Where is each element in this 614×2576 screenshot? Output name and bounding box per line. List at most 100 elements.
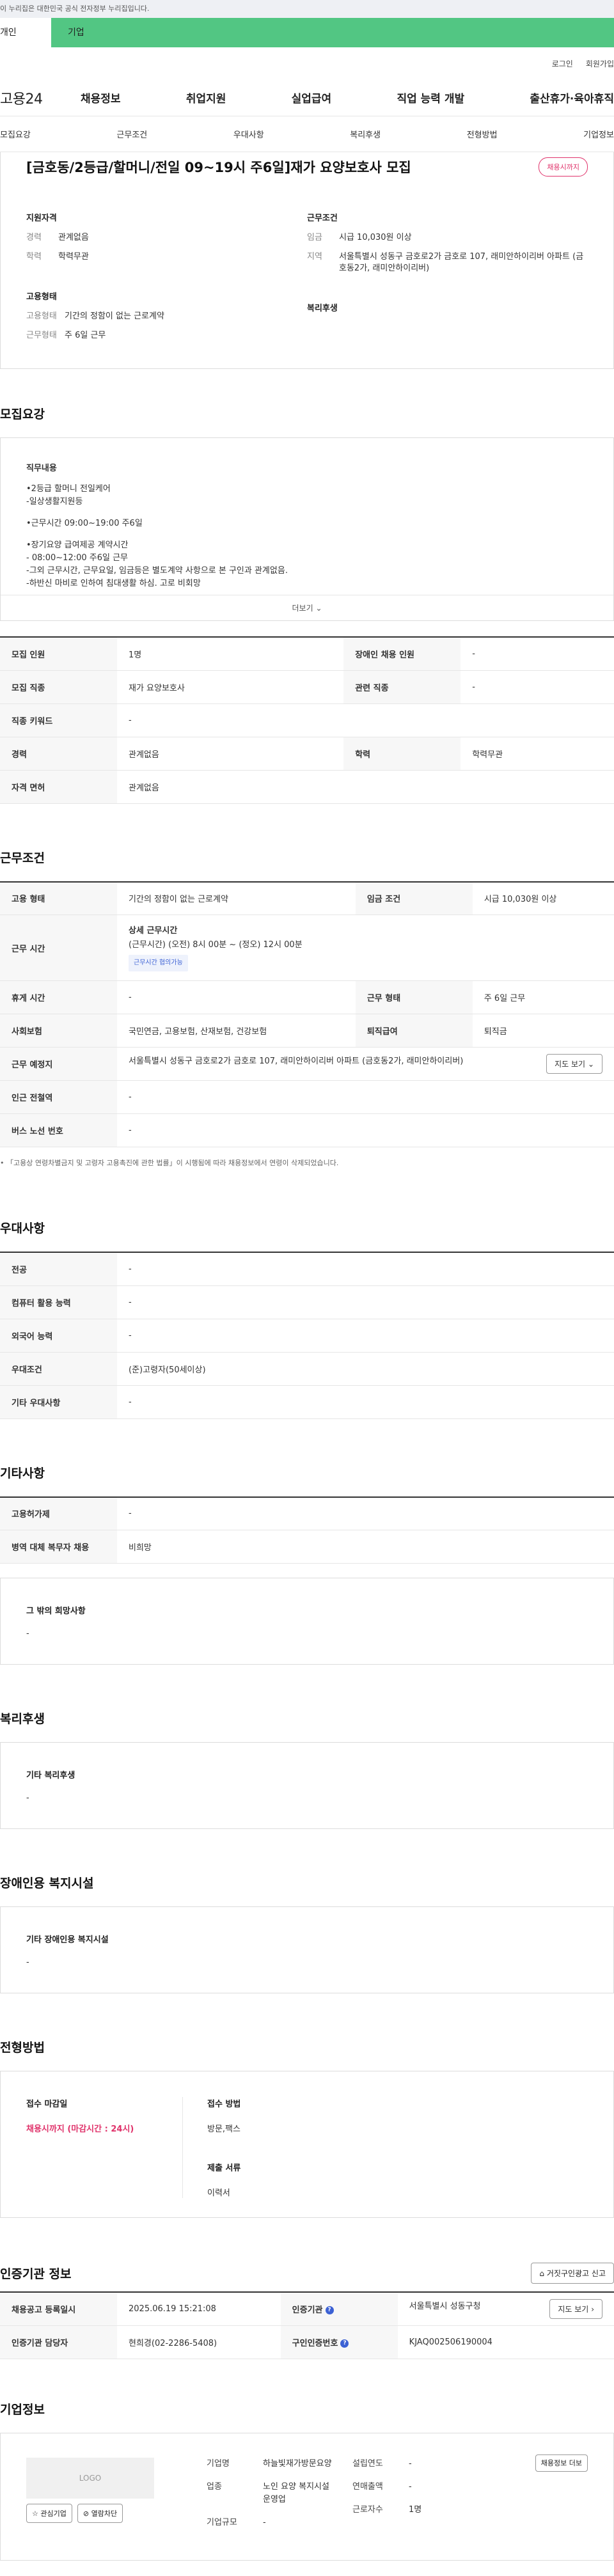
bus-header: 버스 노선 번호 bbox=[0, 1113, 117, 1147]
process-card: 접수 마감일 채용시까지 (마감시간 : 24시) 접수 방법 방문,팩스 제출… bbox=[0, 2071, 614, 2218]
tab-personal[interactable]: 개인 bbox=[0, 18, 51, 47]
gnb-skill-development[interactable]: 직업 능력 개발 bbox=[397, 90, 464, 106]
wage-label: 임금 bbox=[307, 233, 322, 242]
disability-section: 장애인용 복지시설 기타 장애인용 복지시설 - bbox=[0, 1829, 614, 1993]
related-value: - bbox=[460, 670, 614, 703]
work-type-label: 근무형태 bbox=[26, 331, 57, 340]
block-company-button[interactable]: ⊘ 열람차단 bbox=[77, 2503, 123, 2523]
org-map-button-label: 지도 보기 bbox=[558, 2304, 589, 2314]
duty-line: -하반신 마비로 인하여 침대생활 하심. 고로 비회망 bbox=[26, 579, 201, 588]
job-value: 재가 요양보호사 bbox=[117, 670, 344, 703]
hours-title: 상세 근무시간 bbox=[129, 926, 178, 936]
sales-value: - bbox=[409, 2481, 412, 2492]
table-row: 기타 우대사항 - bbox=[0, 1385, 614, 1419]
table-row: 인증기관 담당자 현희경(02-2286-5408) 구인인증번호? KJAQ0… bbox=[0, 2325, 614, 2359]
bus-cell: - bbox=[117, 1113, 614, 1147]
edu-header: 학력 bbox=[343, 736, 461, 770]
company-name-value: 하늘빛재가방문요양 bbox=[263, 2458, 332, 2469]
company-name-label: 기업명 bbox=[207, 2458, 230, 2469]
industry-label: 업종 bbox=[207, 2481, 222, 2492]
edu-cell: 학력무관 bbox=[460, 736, 614, 770]
org-value: 서울특별시 성동구청 bbox=[409, 2301, 481, 2311]
other-table: 고용허가제 - 병역 대체 복무자 채용 비희망 bbox=[0, 1496, 614, 1564]
retire-cell: 퇴직금 bbox=[472, 1014, 614, 1048]
station-header: 인근 전철역 bbox=[0, 1080, 117, 1114]
company-jobs-button[interactable]: 채용정보 더보 bbox=[535, 2454, 588, 2472]
duty-content: 직무내용 •2등급 할머니 전일케어 -일상생활지원등 •근무시간 09:00~… bbox=[1, 438, 613, 595]
org-map-button[interactable]: 지도 보기 › bbox=[549, 2298, 602, 2319]
table-row: 근무 예정지 서울특별시 성동구 금호로2가 금호로 107, 래미안하이리버 … bbox=[0, 1047, 614, 1081]
table-row: 직종 키워드 - bbox=[0, 703, 614, 737]
wage-cell: 시급 10,030원 이상 bbox=[472, 881, 614, 915]
subnav-recruit[interactable]: 모집요강 bbox=[0, 128, 31, 140]
gnb-unemployment-benefit[interactable]: 실업급여 bbox=[292, 90, 332, 106]
job-header: 모집 직종 bbox=[0, 670, 117, 703]
deadline-badge: 채용시까지 bbox=[539, 157, 588, 177]
help-icon[interactable]: ? bbox=[340, 2339, 349, 2348]
subnav-company[interactable]: 기업정보 bbox=[583, 128, 614, 140]
process-left: 접수 마감일 채용시까지 (마감시간 : 24시) bbox=[26, 2097, 183, 2198]
chevron-down-icon: ⌄ bbox=[315, 604, 322, 613]
founded-value: - bbox=[409, 2458, 412, 2469]
recruit-table: 모집 인원 1명 장애인 채용 인원 - 모집 직종 재가 요양보호사 관련 직… bbox=[0, 636, 614, 804]
etc-pref-header: 기타 우대사항 bbox=[0, 1385, 117, 1419]
welfare-heading: 복리후생 bbox=[307, 304, 338, 313]
block-label: 열람차단 bbox=[91, 2509, 118, 2518]
favorite-company-button[interactable]: ☆ 관심기업 bbox=[26, 2503, 72, 2523]
gnb-parental-leave[interactable]: 출산휴가·육아휴직 bbox=[530, 90, 614, 106]
process-section: 전형방법 접수 마감일 채용시까지 (마감시간 : 24시) 접수 방법 방문,… bbox=[0, 1993, 614, 2218]
emp-type-value: 기간의 정함이 없는 근로계약 bbox=[65, 311, 164, 321]
lang-header: 외국어 능력 bbox=[0, 1318, 117, 1352]
section-subnav: 모집요강 근무조건 우대사항 복리후생 전형방법 기업정보 bbox=[0, 116, 614, 152]
org-cell: 서울특별시 성동구청 지도 보기 › bbox=[397, 2291, 614, 2325]
company-title: 기업정보 bbox=[0, 2402, 45, 2417]
hours-detail: (근무시간) (오전) 8시 00분 ~ (정오) 12시 00분 bbox=[129, 940, 303, 950]
table-row: 근무 시간 상세 근무시간 (근무시간) (오전) 8시 00분 ~ (정오) … bbox=[0, 915, 614, 981]
map-button[interactable]: 지도 보기 ⌄ bbox=[546, 1054, 602, 1074]
duty-heading: 직무내용 bbox=[26, 464, 57, 473]
disability-card: 기타 장애인용 복지시설 - bbox=[0, 1906, 614, 1993]
condition-heading: 근무조건 bbox=[307, 214, 338, 223]
table-row: 휴게 시간 - 근무 형태 주 6일 근무 bbox=[0, 980, 614, 1014]
login-link[interactable]: 로그인 bbox=[552, 58, 573, 69]
table-row: 버스 노선 번호 - bbox=[0, 1113, 614, 1147]
more-button[interactable]: 더보기 ⌄ bbox=[1, 595, 613, 620]
founded-label: 설립연도 bbox=[352, 2458, 383, 2469]
signup-link[interactable]: 회원가입 bbox=[586, 58, 614, 69]
license-header: 자격 면허 bbox=[0, 769, 117, 804]
preference-title: 우대사항 bbox=[0, 1221, 45, 1236]
method-heading: 접수 방법 bbox=[207, 2100, 241, 2109]
other-wish-card: 그 밖의 희망사항 - bbox=[0, 1578, 614, 1665]
career-cell: 관계없음 bbox=[117, 736, 344, 770]
work-type-header: 근무 형태 bbox=[355, 980, 473, 1014]
gnb-jobs[interactable]: 채용정보 bbox=[81, 90, 121, 106]
cert-header: 구인인증번호? bbox=[280, 2325, 398, 2359]
institution-title: 인증기관 정보 bbox=[0, 2267, 72, 2281]
keyword-value: - bbox=[117, 703, 614, 737]
gnb-employment-support[interactable]: 취업지원 bbox=[186, 90, 226, 106]
subnav-process[interactable]: 전형방법 bbox=[467, 128, 498, 140]
insurance-header: 사회보험 bbox=[0, 1014, 117, 1048]
help-icon[interactable]: ? bbox=[325, 2305, 334, 2314]
reg-cell: 2025.06.19 15:21:08 bbox=[117, 2291, 281, 2325]
company-section: 기업정보 LOGO ☆ 관심기업 ⊘ 열람차단 기업명 하늘빛재가방문요양 업종 노… bbox=[0, 2359, 614, 2561]
docs-heading: 제출 서류 bbox=[207, 2164, 241, 2173]
deadline-heading: 접수 마감일 bbox=[26, 2100, 68, 2109]
preference-section: 우대사항 전공 - 컴퓨터 활용 능력 - 외국어 능력 - 우대조건 (준)고령자(5… bbox=[0, 1168, 614, 1419]
age-note: • 「고용상 연령차별금지 및 고령자 고용촉진에 관한 법률」이 시행됨에 따… bbox=[0, 1158, 614, 1168]
chevron-right-icon: › bbox=[591, 2304, 594, 2314]
employment-block: 고용형태 고용형태 기간의 정함이 없는 근로계약 근무형태 주 6일 근무 bbox=[26, 290, 307, 342]
cert-cell: KJAQ002506190004 bbox=[397, 2325, 614, 2359]
subnav-preference[interactable]: 우대사항 bbox=[233, 128, 264, 140]
report-false-ad-button[interactable]: ⌂ 거짓구인광고 신고 bbox=[531, 2263, 614, 2284]
favorite-label: 관심기업 bbox=[40, 2509, 67, 2518]
rest-header: 휴게 시간 bbox=[0, 980, 117, 1014]
table-row: 모집 직종 재가 요양보호사 관련 직종 - bbox=[0, 670, 614, 703]
table-row: 전공 - bbox=[0, 1252, 614, 1285]
tab-company[interactable]: 기업 bbox=[51, 18, 614, 47]
logo[interactable]: 고용24 bbox=[0, 88, 81, 108]
company-info-col2: 설립연도 - 연매출액 - 근로자수 1명 bbox=[352, 2458, 460, 2540]
subnav-condition[interactable]: 근무조건 bbox=[116, 128, 147, 140]
subnav-welfare[interactable]: 복리후생 bbox=[350, 128, 381, 140]
duty-line: •근무시간 09:00~19:00 주6일 bbox=[26, 519, 143, 528]
